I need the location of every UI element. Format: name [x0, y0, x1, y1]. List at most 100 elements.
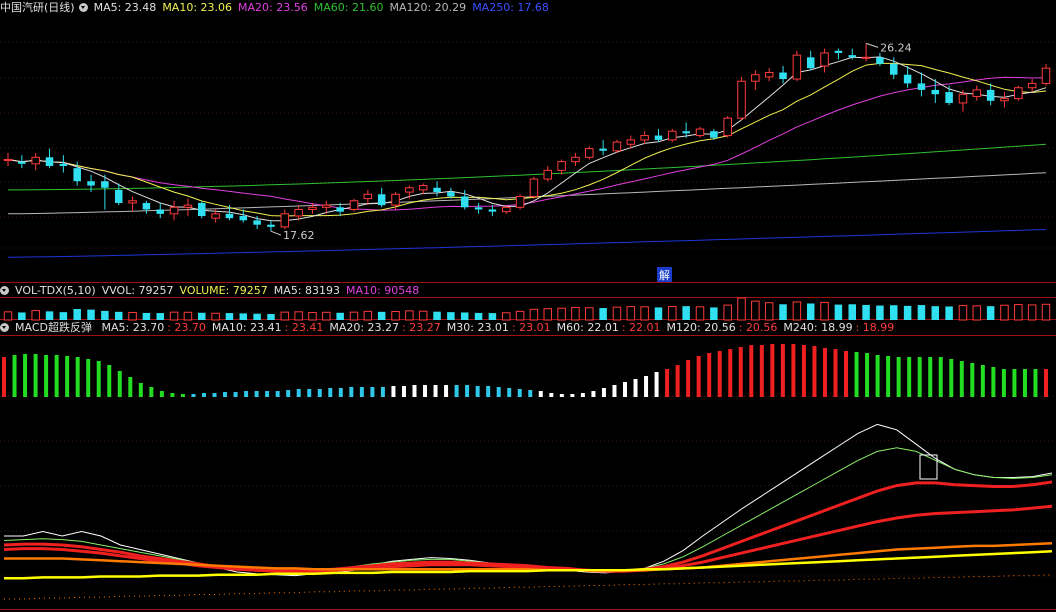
macd-legend-value-4: : 22.01: [621, 321, 661, 334]
candle: [488, 205, 497, 216]
candle: [405, 185, 414, 199]
volume-bar: [460, 312, 469, 320]
volume-bar: [183, 311, 193, 321]
macd-histogram-bar: [2, 357, 6, 397]
volume-bar: [239, 313, 248, 320]
macd-histogram-bar: [475, 386, 480, 397]
candle: [198, 200, 206, 219]
volume-bar: [114, 311, 123, 320]
candle-body: [806, 57, 815, 69]
candle-body: [474, 207, 483, 210]
volume-bar: [557, 307, 566, 321]
candle: [1027, 79, 1037, 93]
volume-bar: [73, 309, 81, 320]
candle: [903, 66, 912, 88]
macd-histogram-bar: [865, 353, 870, 397]
volume-bar: [1014, 304, 1023, 321]
candle-body: [3, 158, 13, 161]
macd-histogram-bar: [812, 346, 817, 397]
macd-histogram-bar: [496, 387, 501, 397]
macd-histogram-bar: [738, 347, 743, 397]
macd-histogram-bar: [117, 371, 122, 397]
macd-lines: [3, 423, 1053, 600]
volume-bar: [156, 313, 164, 320]
candle-body: [1041, 67, 1051, 84]
ma120-line: [7, 172, 1047, 215]
volume-bar: [45, 311, 54, 320]
candle-body: [792, 54, 802, 80]
high-price-label: 26.24: [880, 41, 912, 54]
volume-bar: [903, 305, 912, 320]
candle-body: [820, 52, 829, 67]
macd-histogram-bar: [12, 355, 17, 397]
volume-bar: [169, 311, 179, 321]
macd-histogram-bar: [854, 352, 859, 397]
legend-ma120: MA120: 20.29: [389, 1, 467, 14]
legend-ma250: MA250: 17.68: [472, 1, 549, 14]
volume-bar: [571, 306, 580, 321]
candle: [418, 183, 428, 195]
candle: [45, 148, 54, 169]
macd-histogram-bar: [886, 356, 891, 397]
candle-body: [349, 200, 359, 210]
volume-bar: [391, 311, 400, 321]
macd-toggle-icon[interactable]: [0, 323, 9, 332]
macd-histogram-bar: [170, 393, 175, 397]
candle-body: [377, 194, 386, 206]
candle-body: [682, 131, 690, 134]
macd-histogram-bar: [317, 389, 322, 397]
macd-legend-label-0: MA5: 23.70: [101, 321, 165, 334]
macd-line-1: [4, 423, 1053, 577]
volume-bar: [18, 312, 26, 320]
candle-body: [612, 141, 622, 152]
macd-histogram-bar: [570, 394, 575, 397]
volume-bar: [3, 311, 13, 321]
macd-histogram-bar: [675, 365, 680, 397]
legend-volume: VOLUME: 79257: [179, 284, 268, 297]
candle-body: [239, 216, 248, 221]
macd-histogram-bar: [338, 388, 343, 397]
candle: [640, 131, 649, 145]
candle: [169, 200, 179, 221]
macd-histogram-bar: [991, 367, 996, 397]
macd-histogram-bar: [23, 354, 28, 397]
candle-body: [31, 156, 40, 165]
macd-histogram-bar: [423, 385, 428, 397]
candle-body: [917, 83, 926, 90]
macd-histogram-bar: [265, 391, 270, 397]
ma10-line: [7, 62, 1047, 217]
ma5-line: [7, 56, 1047, 222]
macd-histogram-bar: [107, 365, 112, 397]
candle-body: [198, 202, 206, 216]
candle-body: [211, 213, 220, 219]
macd-legend-value-6: : 18.99: [855, 321, 895, 334]
candle: [861, 43, 871, 62]
candle: [654, 129, 663, 143]
candle: [280, 209, 290, 230]
candle-body: [931, 89, 940, 95]
volume-bar: [682, 306, 690, 320]
legend-toggle-icon[interactable]: [78, 3, 88, 12]
macd-histogram-bar: [728, 349, 733, 397]
candle: [557, 159, 566, 175]
macd-legend-value-0: : 23.70: [167, 321, 206, 334]
volume-toggle-icon[interactable]: [0, 286, 9, 295]
macd-histogram-bar: [486, 386, 491, 397]
candle-body: [599, 148, 607, 151]
macd-histogram-bar: [517, 389, 522, 397]
volume-bar: [612, 306, 622, 321]
volume-bar: [418, 310, 428, 321]
candle: [820, 48, 829, 73]
main-legend: 中国汽研(日线) MA5: 23.48 MA10: 23.06 MA20: 23.56…: [0, 0, 555, 16]
candle-body: [87, 181, 95, 186]
volume-bar: [834, 304, 843, 320]
macd-histogram-bar: [328, 388, 333, 397]
macd-histogram-bar: [759, 345, 764, 397]
volume-bars: [3, 297, 1051, 321]
volume-bar: [501, 312, 511, 321]
macd-histogram-bar: [907, 357, 912, 397]
candle-body: [1014, 87, 1023, 100]
macd-histogram-bar: [507, 388, 512, 397]
candle: [543, 166, 553, 182]
macd-histogram-bar: [86, 359, 91, 397]
